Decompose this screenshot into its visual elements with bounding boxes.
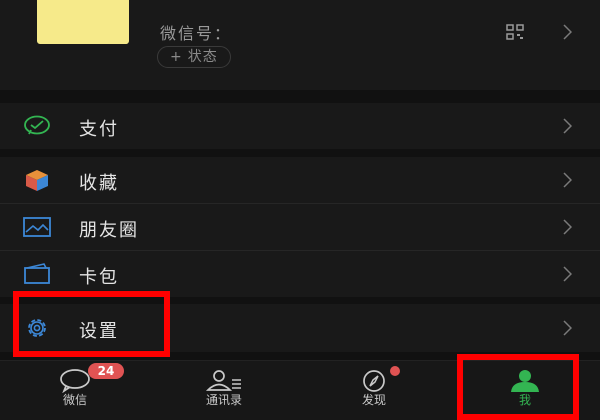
chevron-right-icon bbox=[563, 118, 572, 134]
compass-icon bbox=[363, 370, 385, 392]
chevron-right-icon bbox=[563, 266, 572, 282]
tab-contacts[interactable]: 通讯录 bbox=[174, 361, 274, 420]
picture-icon bbox=[23, 217, 51, 237]
me-tab-highlight-box bbox=[457, 354, 579, 420]
wechat-pay-icon bbox=[24, 115, 50, 135]
menu-item-favorites[interactable]: 收藏 bbox=[0, 157, 600, 203]
plus-icon: + bbox=[170, 49, 183, 65]
menu-label-moments: 朋友圈 bbox=[79, 220, 139, 241]
cube-icon bbox=[26, 170, 48, 191]
chevron-right-icon bbox=[563, 219, 572, 235]
settings-highlight-box bbox=[13, 291, 170, 357]
tab-label-chats: 微信 bbox=[62, 393, 87, 407]
status-button[interactable]: + 状态 bbox=[157, 46, 231, 68]
new-notification-dot bbox=[390, 366, 400, 376]
chevron-right-icon bbox=[563, 320, 572, 336]
avatar[interactable] bbox=[37, 0, 129, 44]
tab-label-contacts: 通讯录 bbox=[205, 393, 242, 407]
menu-item-moments[interactable]: 朋友圈 bbox=[0, 204, 600, 250]
qr-code-icon[interactable] bbox=[506, 24, 524, 40]
tab-label-discover: 发现 bbox=[361, 393, 386, 407]
chevron-right-icon bbox=[563, 24, 572, 40]
unread-badge: 24 bbox=[88, 363, 124, 379]
chevron-right-icon bbox=[563, 172, 572, 188]
menu-label-favorites: 收藏 bbox=[79, 173, 119, 194]
menu-label-pay: 支付 bbox=[79, 119, 119, 140]
tab-discover[interactable]: 发现 bbox=[324, 361, 424, 420]
menu-label-card-wallet: 卡包 bbox=[79, 267, 119, 288]
wechat-id-label: 微信号： bbox=[160, 24, 233, 43]
contacts-icon bbox=[205, 370, 241, 391]
chat-bubble-icon bbox=[60, 369, 90, 393]
status-label: 状态 bbox=[187, 49, 218, 65]
tab-chats[interactable]: 24 微信 bbox=[25, 361, 125, 420]
card-icon bbox=[24, 263, 50, 284]
menu-item-pay[interactable]: 支付 bbox=[0, 103, 600, 149]
profile-header[interactable]: 微信号： + 状态 bbox=[0, 0, 600, 90]
